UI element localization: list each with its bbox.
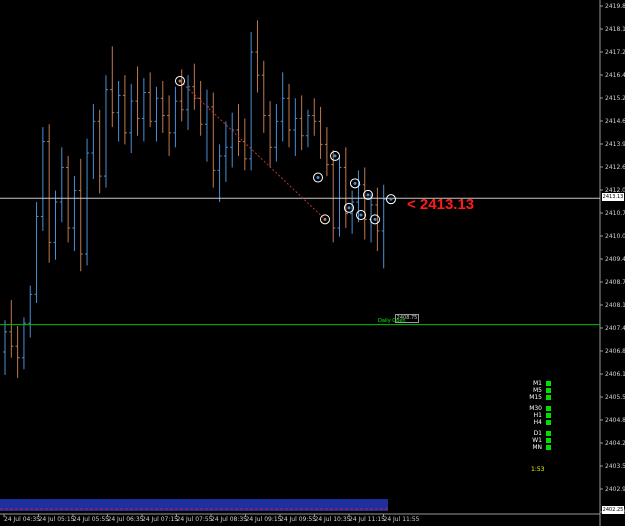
price-tick-label: 2414.60	[605, 118, 625, 125]
last-price-box: 2402.25	[602, 506, 624, 514]
volume-bar	[0, 499, 388, 511]
timeframe-label: M30	[529, 405, 542, 412]
price-tick-label: 2410.70	[605, 210, 625, 217]
timeframe-mn[interactable]: MN	[525, 444, 551, 451]
timeframe-panel: M1 M5 M15 M30 H1 H4 D1 W1 MN	[525, 376, 551, 476]
timeframe-label: MN	[532, 444, 542, 451]
time-tick-label: 24 Jul 09:55	[280, 516, 316, 523]
bid-price-box: 2413.13	[602, 193, 624, 201]
time-tick-label: 24 Jul 05:15	[39, 516, 75, 523]
timeframe-w1[interactable]: W1	[525, 437, 551, 444]
timeframe-label: H4	[533, 419, 542, 426]
timeframe-status-icon	[546, 388, 551, 393]
time-tick-label: 24 Jul 11:15	[349, 516, 385, 523]
swing-marker-dot	[359, 213, 363, 217]
swing-marker-dot	[333, 154, 337, 158]
price-tick-label: 2415.25	[605, 95, 625, 102]
timeframe-status-icon	[546, 438, 551, 443]
timeframe-d1[interactable]: D1	[525, 430, 551, 437]
price-tick-label: 2402.90	[605, 486, 625, 493]
time-tick-label: 24 Jul 11:55	[384, 516, 420, 523]
timeframe-status-icon	[546, 420, 551, 425]
swing-marker-dot	[353, 181, 357, 185]
timeframe-m30[interactable]: M30	[525, 405, 551, 412]
swing-marker-dot	[373, 217, 377, 221]
timeframe-label: H1	[533, 412, 542, 419]
price-tick-label: 2407.45	[605, 325, 625, 332]
price-tick-label: 2409.40	[605, 256, 625, 263]
price-tick-label: 2406.80	[605, 348, 625, 355]
time-tick-label: 24 Jul 04:35	[4, 516, 40, 523]
swing-marker-dot	[316, 176, 320, 180]
timeframe-h4[interactable]: H4	[525, 419, 551, 426]
time-tick-label: 24 Jul 07:15	[142, 516, 178, 523]
time-axis: 24 Jul 04:3524 Jul 05:1524 Jul 05:5524 J…	[3, 514, 420, 523]
swing-marker-dot	[389, 197, 393, 201]
price-tick-label: 2405.50	[605, 394, 625, 401]
time-tick-label: 24 Jul 09:15	[246, 516, 282, 523]
timeframe-status-icon	[546, 445, 551, 450]
price-tick-label: 2406.15	[605, 371, 625, 378]
price-tick-label: 2408.10	[605, 302, 625, 309]
time-tick-label: 24 Jul 06:35	[108, 516, 144, 523]
price-tick-label: 2413.95	[605, 141, 625, 148]
timeframe-label: W1	[532, 437, 542, 444]
price-callout: < 2413.13	[407, 196, 475, 213]
time-tick-label: 24 Jul 07:55	[177, 516, 213, 523]
time-tick-label: 24 Jul 08:35	[211, 516, 247, 523]
timeframe-label: M5	[533, 387, 542, 394]
timeframe-h1[interactable]: H1	[525, 412, 551, 419]
price-tick-label: 2404.20	[605, 440, 625, 447]
timeframe-label: M15	[529, 394, 542, 401]
timeframe-status-icon	[546, 406, 551, 411]
price-tick-label: 2403.55	[605, 463, 625, 470]
timeframe-m15[interactable]: M15	[525, 394, 551, 401]
daily-open-tag: 2408.75	[395, 314, 419, 323]
price-tick-label: 2412.65	[605, 164, 625, 171]
price-tick-label: 2410.05	[605, 233, 625, 240]
swing-marker-dot	[366, 193, 370, 197]
time-tick-label: 24 Jul 10:35	[315, 516, 351, 523]
price-tick-label: 2418.15	[605, 26, 625, 33]
price-tick-label: 2404.85	[605, 417, 625, 424]
timeframe-status-icon	[546, 381, 551, 386]
volume-band	[0, 499, 388, 511]
timeframe-label: D1	[533, 430, 542, 437]
price-tick-label: 2417.20	[605, 49, 625, 56]
price-tick-label: 2419.80	[605, 3, 625, 10]
price-tick-label: 2416.45	[605, 72, 625, 79]
time-tick-label: 24 Jul 05:55	[73, 516, 109, 523]
timeframe-label: M1	[533, 380, 542, 387]
timeframe-clock: 1:53	[531, 466, 545, 473]
timeframe-m1[interactable]: M1	[525, 380, 551, 387]
timeframe-m5[interactable]: M5	[525, 387, 551, 394]
price-tick-label: 2408.75	[605, 279, 625, 286]
swing-marker-dot	[323, 217, 327, 221]
timeframe-status-icon	[546, 395, 551, 400]
swing-marker-dot	[178, 79, 182, 83]
swing-marker-dot	[347, 206, 351, 210]
timeframe-status-icon	[546, 413, 551, 418]
timeframe-status-icon	[546, 431, 551, 436]
